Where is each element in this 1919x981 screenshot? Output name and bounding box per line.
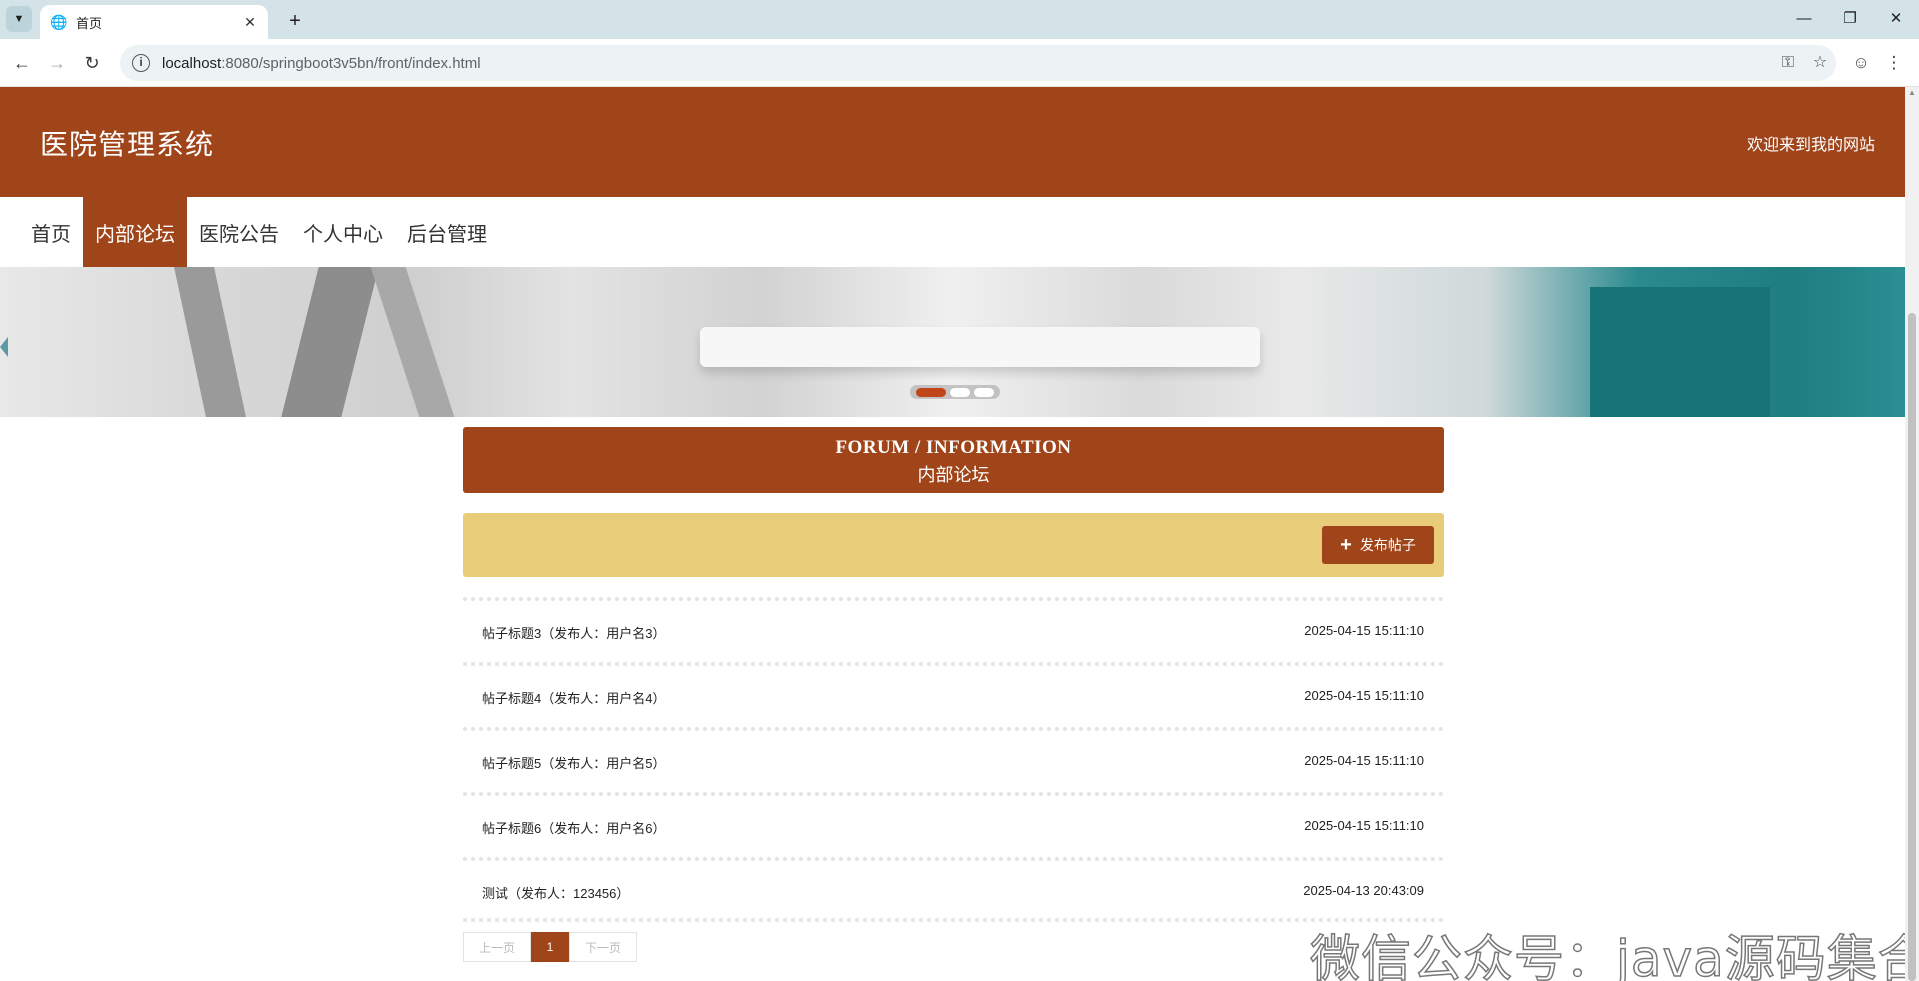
page-scrollbar[interactable]: ▲	[1905, 87, 1919, 981]
scroll-up-arrow-icon[interactable]: ▲	[1908, 89, 1916, 97]
post-title[interactable]: 帖子标题4（发布人：用户名4）	[482, 688, 665, 707]
forum-title-zh: 内部论坛	[917, 465, 990, 485]
post-time: 2025-04-15 15:11:10	[1304, 818, 1424, 833]
minimize-icon[interactable]: —	[1784, 6, 1824, 32]
plus-icon: +	[1340, 534, 1352, 556]
url-path: :8080/springboot3v5bn/front/index.html	[221, 54, 481, 72]
tab-title: 首页	[76, 15, 103, 31]
carousel-indicators	[910, 385, 1000, 399]
banner-carousel[interactable]	[0, 267, 1905, 417]
banner-decor	[281, 267, 379, 417]
page-viewport: 医院管理系统 欢迎来到我的网站 首页 内部论坛 医院公告 个人中心 后台管理 F…	[0, 87, 1919, 981]
globe-icon: 🌐	[50, 14, 68, 30]
welcome-text: 欢迎来到我的网站	[1746, 137, 1875, 154]
nav-item-personal-center[interactable]: 个人中心	[291, 197, 395, 267]
post-list: 帖子标题3（发布人：用户名3） 2025-04-15 15:11:10 帖子标题…	[463, 597, 1444, 922]
site-title: 医院管理系统	[40, 129, 215, 160]
post-time: 2025-04-15 15:11:10	[1304, 623, 1424, 638]
carousel-dot-1[interactable]	[916, 387, 946, 397]
page-number-button[interactable]: 1	[531, 932, 569, 962]
url-host: localhost	[162, 54, 222, 72]
main-nav: 首页 内部论坛 医院公告 个人中心 后台管理	[0, 197, 1905, 267]
browser-tab-bar: ▼ 🌐 首页 ✕ + — ❐ ✕	[0, 0, 1919, 39]
forward-arrow-icon[interactable]: →	[43, 49, 71, 77]
pagination: 上一页 1 下一页	[463, 932, 1444, 962]
post-time: 2025-04-15 15:11:10	[1304, 688, 1424, 703]
carousel-dot-3[interactable]	[974, 387, 994, 397]
next-page-button[interactable]: 下一页	[569, 932, 637, 962]
tab-search-icon[interactable]: ▼	[6, 6, 32, 32]
menu-dots-icon[interactable]: ⋮	[1879, 49, 1909, 77]
publish-post-button[interactable]: + 发布帖子	[1322, 526, 1434, 564]
post-title[interactable]: 帖子标题5（发布人：用户名5）	[482, 753, 665, 772]
web-page: 医院管理系统 欢迎来到我的网站 首页 内部论坛 医院公告 个人中心 后台管理 F…	[0, 87, 1919, 981]
nav-item-forum[interactable]: 内部论坛	[83, 197, 187, 267]
site-header: 医院管理系统 欢迎来到我的网站	[0, 87, 1905, 197]
url-text[interactable]: localhost:8080/springboot3v5bn/front/ind…	[162, 55, 1772, 72]
restore-icon[interactable]: ❐	[1830, 6, 1870, 32]
post-time: 2025-04-15 15:11:10	[1304, 753, 1424, 768]
close-tab-icon[interactable]: ✕	[240, 12, 260, 32]
banner-decor	[174, 267, 246, 417]
carousel-dot-2[interactable]	[950, 387, 970, 397]
bookmark-star-icon[interactable]: ☆	[1804, 49, 1836, 77]
list-item[interactable]: 帖子标题6（发布人：用户名6） 2025-04-15 15:11:10	[463, 792, 1444, 857]
back-arrow-icon[interactable]: ←	[8, 49, 36, 77]
banner-prev-arrow[interactable]	[0, 337, 8, 357]
nav-item-notice[interactable]: 医院公告	[187, 197, 291, 267]
bed-image	[700, 327, 1260, 367]
reload-icon[interactable]: ↻	[78, 49, 106, 77]
site-info-icon[interactable]: i	[132, 54, 150, 72]
forum-section-header: FORUM / INFORMATION 内部论坛	[463, 427, 1444, 493]
browser-tab[interactable]: 🌐 首页 ✕	[40, 5, 268, 39]
list-item[interactable]: 帖子标题5（发布人：用户名5） 2025-04-15 15:11:10	[463, 727, 1444, 792]
post-title[interactable]: 帖子标题6（发布人：用户名6）	[482, 818, 665, 837]
profile-icon[interactable]: ☺	[1846, 49, 1876, 77]
nav-item-admin[interactable]: 后台管理	[395, 197, 499, 267]
forum-action-bar: + 发布帖子	[463, 513, 1444, 577]
equipment-image	[1590, 287, 1770, 417]
key-icon[interactable]: ⚿	[1772, 49, 1804, 77]
address-bar[interactable]: i localhost:8080/springboot3v5bn/front/i…	[120, 45, 1836, 81]
nav-item-home[interactable]: 首页	[19, 197, 83, 267]
publish-post-label: 发布帖子	[1359, 537, 1416, 553]
browser-toolbar: ← → ↻ i localhost:8080/springboot3v5bn/f…	[0, 39, 1919, 87]
list-item[interactable]: 测试（发布人：123456） 2025-04-13 20:43:09	[463, 857, 1444, 922]
post-title[interactable]: 帖子标题3（发布人：用户名3）	[482, 623, 665, 642]
list-item[interactable]: 帖子标题3（发布人：用户名3） 2025-04-15 15:11:10	[463, 597, 1444, 662]
banner-decor	[370, 267, 455, 417]
post-title[interactable]: 测试（发布人：123456）	[482, 883, 629, 902]
forum-container: FORUM / INFORMATION 内部论坛 + 发布帖子 帖子标题3（发布…	[463, 427, 1444, 962]
watermark-text: 微信公众号：java源码集合	[1309, 929, 1919, 981]
prev-page-button[interactable]: 上一页	[463, 932, 531, 962]
new-tab-icon[interactable]: +	[282, 8, 308, 34]
close-window-icon[interactable]: ✕	[1876, 6, 1916, 32]
scrollbar-thumb[interactable]	[1908, 313, 1916, 981]
list-item[interactable]: 帖子标题4（发布人：用户名4） 2025-04-15 15:11:10	[463, 662, 1444, 727]
post-time: 2025-04-13 20:43:09	[1303, 883, 1424, 898]
forum-title-en: FORUM / INFORMATION	[835, 437, 1072, 458]
